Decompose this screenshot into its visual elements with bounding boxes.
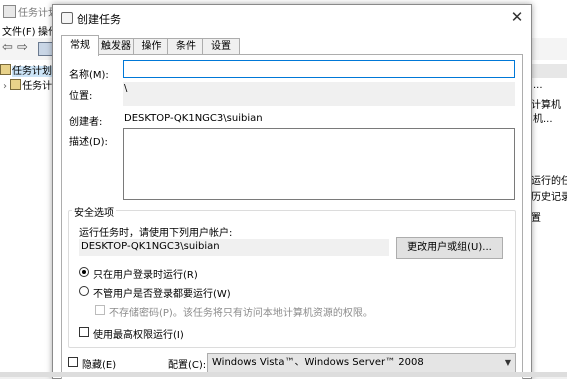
action-item-history[interactable]: 历史记录	[531, 188, 567, 203]
tree-item-root[interactable]: 任务计划	[0, 62, 52, 77]
create-task-dialog: 创建任务 ✕ 常规 触发器 操作 条件 设置 名称(M): 位置: \ 创建者:…	[52, 4, 532, 379]
scheduler-icon	[0, 64, 11, 75]
tab-general[interactable]: 常规	[61, 35, 99, 56]
location-background	[123, 82, 515, 106]
radio-whether-logged-on-label[interactable]: 不管用户是否登录都要运行(W)	[93, 285, 231, 300]
console-tree-icon[interactable]	[38, 42, 53, 56]
menu-file[interactable]: 文件(F)	[2, 23, 36, 38]
action-item-settings[interactable]: 置	[531, 209, 541, 224]
forward-arrow-icon[interactable]: ⇨	[17, 40, 28, 55]
task-scheduler-icon	[3, 5, 16, 18]
run-as-prompt: 运行任务时，请使用下列用户帐户:	[79, 228, 233, 239]
configure-select[interactable]: Windows Vista™、Windows Server™ 2008 ▼	[207, 353, 516, 373]
name-input[interactable]	[123, 60, 515, 78]
task-icon	[61, 12, 73, 24]
dialog-title-bar: 创建任务 ✕	[53, 5, 531, 31]
close-icon[interactable]: ✕	[505, 6, 529, 28]
description-textarea[interactable]	[123, 128, 515, 200]
configure-label: 配置(C):	[168, 360, 207, 371]
location-value: \	[124, 83, 128, 94]
background-tree-pane: 任务计划 › 任务计	[0, 60, 60, 377]
tab-conditions[interactable]: 条件	[167, 38, 205, 55]
security-options-title: 安全选项	[72, 204, 116, 219]
tab-settings[interactable]: 设置	[202, 38, 240, 55]
dialog-title: 创建任务	[77, 13, 121, 26]
location-label: 位置:	[69, 91, 93, 102]
author-label: 创建者:	[69, 117, 103, 128]
action-item-running[interactable]: 运行的任	[531, 172, 567, 187]
highest-privileges-label[interactable]: 使用最高权限运行(I)	[93, 326, 184, 341]
radio-logged-on-label[interactable]: 只在用户登录时运行(R)	[93, 266, 198, 281]
action-item-more[interactable]: ...	[533, 80, 543, 91]
radio-whether-logged-on[interactable]	[79, 286, 89, 296]
hidden-label[interactable]: 隐藏(E)	[82, 356, 116, 371]
author-value: DESKTOP-QK1NGC3\suibian	[124, 113, 263, 124]
configure-selected-value: Windows Vista™、Windows Server™ 2008	[212, 357, 424, 368]
action-item-computer[interactable]: 计算机	[531, 96, 561, 111]
background-status-bar	[0, 372, 567, 377]
folder-icon	[10, 79, 22, 90]
run-as-user-value: DESKTOP-QK1NGC3\suibian	[81, 241, 220, 252]
hidden-checkbox[interactable]	[68, 357, 78, 367]
general-tab-panel: 名称(M): 位置: \ 创建者: DESKTOP-QK1NGC3\suibia…	[61, 54, 523, 379]
highest-privileges-checkbox[interactable]	[79, 327, 89, 337]
expand-chevron-icon[interactable]: ›	[3, 81, 7, 92]
no-store-password-label: 不存储密码(P)。该任务将只有访问本地计算机资源的权限。	[109, 308, 373, 319]
action-item-machine[interactable]: 机...	[533, 110, 553, 125]
back-arrow-icon[interactable]: ⇦	[2, 40, 13, 55]
radio-selected-dot	[82, 270, 86, 274]
no-store-password-checkbox[interactable]	[95, 305, 105, 315]
tab-triggers[interactable]: 触发器	[96, 38, 136, 55]
name-label: 名称(M):	[69, 70, 109, 81]
tree-item-library[interactable]: › 任务计	[3, 77, 52, 92]
description-label: 描述(D):	[69, 137, 108, 148]
chevron-down-icon: ▼	[504, 358, 511, 367]
change-user-button[interactable]: 更改用户或组(U)...	[396, 237, 503, 259]
tab-actions[interactable]: 操作	[133, 38, 170, 55]
radio-logged-on[interactable]	[79, 267, 89, 277]
